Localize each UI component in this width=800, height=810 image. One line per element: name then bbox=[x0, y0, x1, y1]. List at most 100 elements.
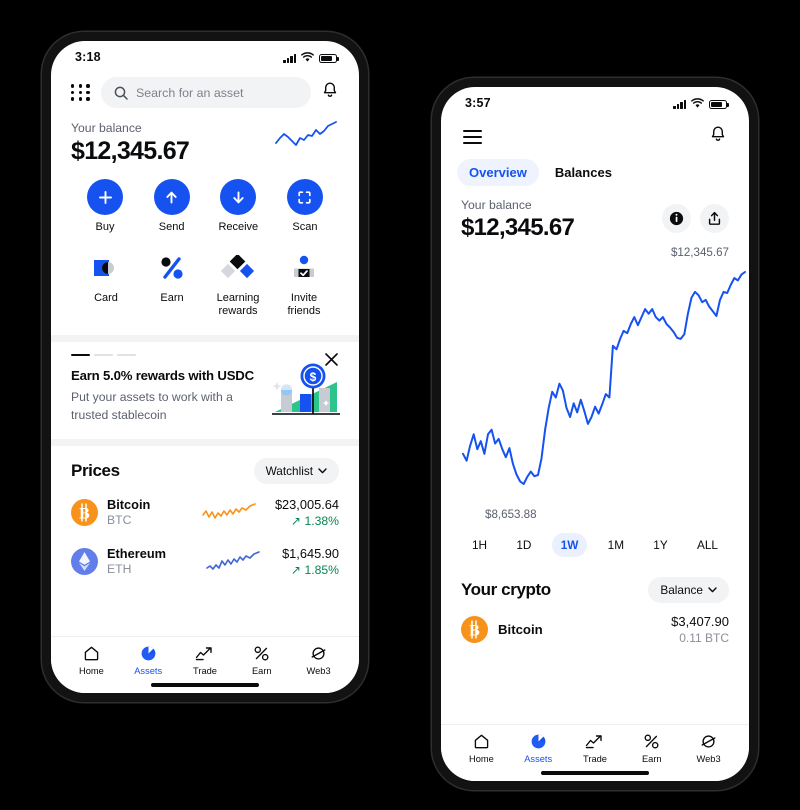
section-divider bbox=[51, 334, 359, 342]
range-1h[interactable]: 1H bbox=[463, 533, 496, 557]
phone1-balance-section: Your balance $12,345.67 bbox=[51, 108, 359, 166]
asset-change: ↗ 1.85% bbox=[282, 563, 339, 577]
balance-amount: $12,345.67 bbox=[461, 214, 575, 241]
nav-item-assets[interactable]: Assets bbox=[510, 732, 567, 764]
tab-balances[interactable]: Balances bbox=[543, 159, 624, 186]
promo-card[interactable]: Earn 5.0% rewards with USDC Put your ass… bbox=[51, 342, 359, 439]
asset-name: Bitcoin bbox=[498, 622, 543, 637]
hamburger-menu-icon[interactable] bbox=[463, 129, 482, 144]
phone1-app-header: Search for an asset bbox=[51, 69, 359, 108]
watchlist-filter-button[interactable]: Watchlist bbox=[253, 457, 339, 484]
quick-action-earn[interactable]: Earn bbox=[143, 249, 201, 319]
nav-item-assets[interactable]: Assets bbox=[120, 644, 177, 676]
svg-text:B: B bbox=[79, 505, 90, 522]
asset-name: Ethereum bbox=[107, 546, 167, 562]
status-clock: 3:57 bbox=[465, 96, 491, 110]
range-1w[interactable]: 1W bbox=[551, 533, 588, 557]
nav-item-earn[interactable]: Earn bbox=[233, 644, 290, 676]
status-system-icons bbox=[283, 51, 339, 63]
share-upload-icon[interactable] bbox=[700, 204, 729, 233]
home-icon bbox=[63, 644, 120, 663]
trend-up-icon bbox=[177, 644, 234, 663]
nav-label: Web3 bbox=[696, 754, 721, 764]
balance-chart[interactable]: $12,345.67 $8,653.88 bbox=[441, 246, 749, 523]
quick-action-invite-friends[interactable]: Invite friends bbox=[275, 249, 333, 319]
nav-item-earn[interactable]: Earn bbox=[623, 732, 680, 764]
asset-name: Bitcoin bbox=[107, 497, 151, 513]
asset-change: ↗ 1.38% bbox=[275, 514, 339, 528]
bell-icon[interactable] bbox=[709, 125, 727, 148]
nav-item-web3[interactable]: Web3 bbox=[290, 644, 347, 676]
your-crypto-title: Your crypto bbox=[461, 580, 551, 599]
search-placeholder: Search for an asset bbox=[136, 85, 244, 100]
battery-icon bbox=[319, 53, 339, 63]
range-all[interactable]: ALL bbox=[688, 533, 727, 557]
asset-price-block: $23,005.64 ↗ 1.38% bbox=[275, 497, 339, 528]
prices-title: Prices bbox=[71, 460, 120, 480]
trend-up-icon bbox=[567, 732, 624, 751]
percent-icon bbox=[623, 732, 680, 751]
phone-device-left: 3:18 Search for an asset Your balance $1… bbox=[42, 32, 368, 702]
range-1d[interactable]: 1D bbox=[507, 533, 540, 557]
action-scan[interactable]: Scan bbox=[277, 179, 333, 235]
nav-label: Earn bbox=[641, 754, 662, 764]
person-check-icon bbox=[275, 249, 333, 287]
tab-overview[interactable]: Overview bbox=[457, 159, 539, 186]
asset-value: $3,407.90 bbox=[671, 614, 729, 629]
balance-sort-button[interactable]: Balance bbox=[648, 577, 729, 603]
nav-label: Trade bbox=[193, 666, 217, 676]
range-1m[interactable]: 1M bbox=[599, 533, 633, 557]
action-receive[interactable]: Receive bbox=[210, 179, 266, 235]
quick-action-label: Card bbox=[94, 291, 118, 304]
screenshot-stage: 3:18 Search for an asset Your balance $1… bbox=[0, 0, 800, 810]
chart-range-selector: 1H 1D 1W 1M 1Y ALL bbox=[441, 523, 749, 557]
info-icon[interactable] bbox=[662, 204, 691, 233]
nav-label: Assets bbox=[524, 754, 553, 764]
carousel-dot[interactable] bbox=[117, 353, 136, 357]
nav-item-trade[interactable]: Trade bbox=[567, 732, 624, 764]
chart-high-label: $12,345.67 bbox=[670, 246, 729, 259]
diamonds-icon bbox=[209, 249, 267, 287]
quick-action-learning-rewards[interactable]: Learning rewards bbox=[209, 249, 267, 319]
quick-action-label: Earn bbox=[160, 291, 184, 304]
section-divider bbox=[51, 438, 359, 446]
nav-item-home[interactable]: Home bbox=[453, 732, 510, 764]
action-send[interactable]: Send bbox=[144, 179, 200, 235]
table-row[interactable]: B Bitcoin BTC $23,005.64 ↗ 1.38% bbox=[51, 488, 359, 537]
quick-action-card[interactable]: Card bbox=[77, 249, 135, 319]
nav-item-trade[interactable]: Trade bbox=[177, 644, 234, 676]
change-value: 1.38% bbox=[304, 513, 339, 528]
phone1-status-bar: 3:18 bbox=[51, 41, 359, 69]
asset-symbol: BTC bbox=[107, 513, 132, 528]
arrow-up-icon bbox=[153, 179, 190, 215]
asset-price-block: $1,645.90 ↗ 1.85% bbox=[282, 546, 339, 577]
asset-price: $1,645.90 bbox=[282, 545, 339, 561]
range-1y[interactable]: 1Y bbox=[644, 533, 676, 557]
cellular-signal-icon bbox=[283, 53, 296, 63]
nav-label: Web3 bbox=[306, 666, 331, 676]
action-label: Buy bbox=[95, 221, 115, 233]
nav-item-home[interactable]: Home bbox=[63, 644, 120, 676]
action-buy[interactable]: Buy bbox=[77, 179, 133, 235]
chart-line-svg bbox=[462, 271, 746, 485]
phone-device-right: 3:57 Overview Balances Your balance $12,… bbox=[432, 78, 758, 790]
nav-item-web3[interactable]: Web3 bbox=[680, 732, 737, 764]
chart-low-label: $8,653.88 bbox=[485, 508, 537, 521]
grid-apps-icon[interactable] bbox=[71, 84, 91, 101]
phone2-tabs: Overview Balances bbox=[441, 148, 749, 186]
list-item[interactable]: B Bitcoin $3,407.90 0.11 BTC bbox=[441, 605, 749, 654]
status-clock: 3:18 bbox=[75, 50, 101, 64]
home-indicator bbox=[151, 683, 259, 687]
table-row[interactable]: Ethereum ETH $1,645.90 ↗ 1.85% bbox=[51, 537, 359, 586]
asset-name-block: Bitcoin BTC bbox=[107, 497, 183, 527]
bell-icon[interactable] bbox=[321, 81, 339, 104]
card-icon bbox=[77, 249, 135, 287]
carousel-dot-active[interactable] bbox=[71, 353, 90, 357]
carousel-dots[interactable] bbox=[71, 353, 339, 357]
search-input[interactable]: Search for an asset bbox=[101, 77, 311, 108]
carousel-dot[interactable] bbox=[94, 353, 113, 357]
nav-items: Home Assets Trade Earn Web3 bbox=[63, 644, 347, 676]
action-label: Scan bbox=[292, 221, 318, 233]
home-indicator bbox=[541, 771, 649, 775]
ethereum-logo-icon bbox=[71, 547, 98, 575]
